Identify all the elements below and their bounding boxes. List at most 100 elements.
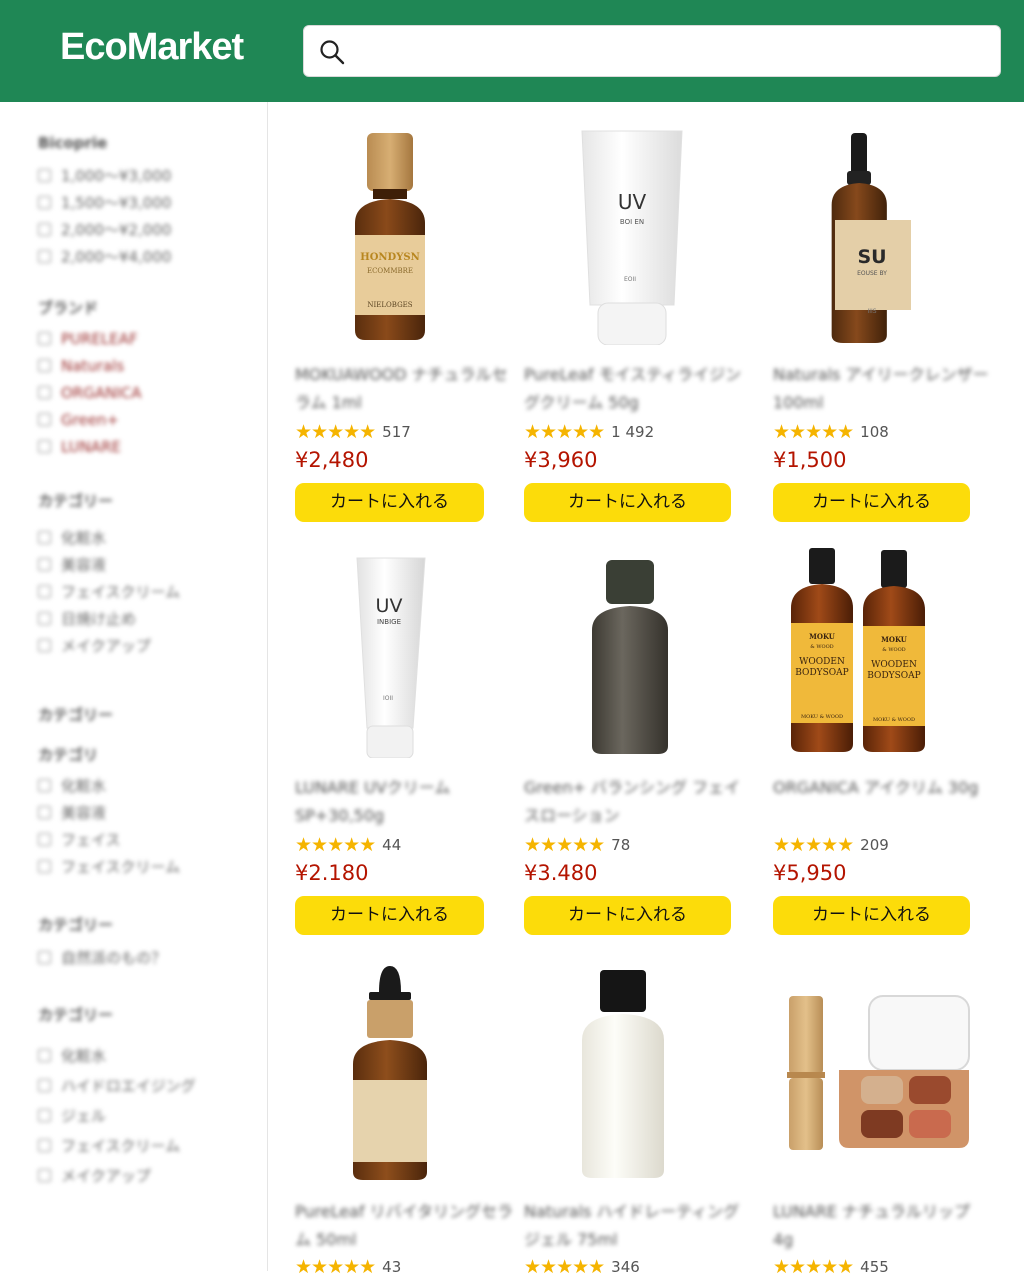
filter-group-category: カテゴリー 化粧水 美容液 フェイスクリーム 日焼け止め メイクアップ — [38, 490, 180, 659]
product-name[interactable]: Naturals ハイドレーティングジェル 75ml — [524, 1198, 744, 1254]
checkbox[interactable] — [38, 1048, 51, 1062]
filter-option[interactable]: 化粧水 — [38, 524, 180, 551]
filter-group-title: カテゴリー — [38, 916, 114, 934]
dropper-bottle-icon[interactable] — [295, 962, 505, 1182]
checkbox[interactable] — [38, 169, 51, 182]
checkbox[interactable] — [38, 639, 51, 652]
checkbox[interactable] — [38, 1138, 51, 1152]
filter-option[interactable]: フェイス — [38, 826, 180, 853]
product-image-label: NIELOBGES — [367, 301, 412, 309]
filter-option[interactable]: フェイスクリーム — [38, 578, 180, 605]
checkbox[interactable] — [38, 1108, 51, 1122]
filter-option-label: LUNARE — [61, 437, 121, 456]
checkbox[interactable] — [38, 806, 51, 819]
product-image-label: & WOOD — [810, 644, 833, 650]
checkbox[interactable] — [38, 359, 51, 372]
checkbox[interactable] — [38, 223, 51, 236]
product-rating: ★★★★★ 108 — [773, 421, 889, 443]
checkbox[interactable] — [38, 951, 51, 964]
filter-option[interactable]: 自然派のもの？ — [38, 944, 166, 971]
add-to-cart-button[interactable]: カートに入れる — [524, 896, 731, 935]
filter-option[interactable]: ハイドロエイジング — [38, 1070, 196, 1100]
checkbox[interactable] — [38, 1078, 51, 1092]
product-image-label: MOKU & WOOD — [873, 717, 915, 723]
filter-option[interactable]: ジェル — [38, 1100, 196, 1130]
add-to-cart-button[interactable]: カートに入れる — [773, 483, 970, 522]
checkbox[interactable] — [38, 860, 51, 873]
checkbox[interactable] — [38, 413, 51, 426]
product-name[interactable]: MOKUAWOOD ナチュラルセラム 1ml — [295, 361, 515, 417]
filter-option[interactable]: フェイスクリーム — [38, 1130, 196, 1160]
search-input[interactable] — [356, 34, 986, 70]
filter-option[interactable]: 2,000〜¥4,000 — [38, 243, 171, 270]
filter-option[interactable]: Naturals — [38, 352, 142, 379]
checkbox[interactable] — [38, 386, 51, 399]
white-tube-icon[interactable]: UV BOI EN EOII — [524, 125, 734, 345]
filter-option-label: PURELEAF — [61, 329, 138, 348]
product-name[interactable]: PureLeaf モイスティライジングクリーム 50g — [524, 361, 744, 417]
pump-bottle-icon[interactable]: SU EOUSE BY IIIS — [773, 125, 983, 345]
product-rating: ★★★★★ 346 — [524, 1256, 640, 1278]
add-to-cart-button[interactable]: カートに入れる — [524, 483, 731, 522]
product-price: ¥5,950 — [773, 861, 847, 885]
checkbox[interactable] — [38, 531, 51, 544]
bodysoap-bottles-icon[interactable]: MOKU & WOOD WOODEN BODYSOAP MOKU & WOOD … — [773, 538, 983, 758]
site-logo[interactable]: EcoMarket — [60, 26, 244, 69]
search-bar[interactable] — [303, 25, 1001, 77]
filter-option[interactable]: 1,000〜¥3,000 — [38, 162, 171, 189]
filter-option[interactable]: Green+ — [38, 406, 142, 433]
product-image-label: BODYSOAP — [867, 671, 920, 681]
filter-option[interactable]: 日焼け止め — [38, 605, 180, 632]
product-price: ¥2.180 — [295, 861, 369, 885]
add-to-cart-button[interactable]: カートに入れる — [295, 483, 484, 522]
product-name[interactable]: Naturals アイリークレンザー 100ml — [773, 361, 993, 417]
product-name[interactable]: PureLeaf リバイタリングセラム 50ml — [295, 1198, 515, 1254]
filter-option[interactable]: LUNARE — [38, 433, 142, 460]
product-name[interactable]: LUNARE ナチュラルリップ 4g — [773, 1198, 993, 1254]
filter-option-label: 日焼け止め — [61, 610, 137, 628]
star-rating-icon: ★★★★★ — [773, 834, 854, 856]
filter-option[interactable]: メイクアップ — [38, 632, 180, 659]
checkbox[interactable] — [38, 332, 51, 345]
checkbox[interactable] — [38, 612, 51, 625]
filter-option[interactable]: メイクアップ — [38, 1160, 196, 1190]
add-to-cart-button[interactable]: カートに入れる — [295, 896, 484, 935]
filter-option[interactable]: PURELEAF — [38, 325, 142, 352]
uv-tube-icon[interactable]: UV INBIGE IOII — [295, 538, 505, 758]
search-icon[interactable] — [318, 38, 346, 66]
add-to-cart-button[interactable]: カートに入れる — [773, 896, 970, 935]
star-rating-icon: ★★★★★ — [295, 834, 376, 856]
product-price: ¥3,960 — [524, 448, 598, 472]
product-rating: ★★★★★ 517 — [295, 421, 411, 443]
amber-bottle-icon[interactable]: HONDYSN ECOMMBRE NIELOBGES — [295, 125, 505, 345]
checkbox[interactable] — [38, 833, 51, 846]
filter-option-label: フェイスクリーム — [61, 858, 181, 876]
filter-option[interactable]: フェイスクリーム — [38, 853, 180, 880]
filter-option[interactable]: 化粧水 — [38, 772, 180, 799]
lipstick-palette-icon[interactable] — [773, 962, 983, 1182]
filter-option[interactable]: 美容液 — [38, 551, 180, 578]
product-name[interactable]: ORGANICA アイクリム 30g — [773, 774, 993, 802]
checkbox[interactable] — [38, 250, 51, 263]
product-image-label: SU — [857, 246, 886, 268]
filter-option-label: 1,000〜¥3,000 — [61, 167, 172, 185]
filter-option[interactable]: ORGANICA — [38, 379, 142, 406]
product-name[interactable]: Green+ バランシング フェイスローション — [524, 774, 744, 830]
olive-bottle-icon[interactable] — [524, 538, 734, 758]
filter-option[interactable]: 化粧水 — [38, 1040, 196, 1070]
star-rating-icon: ★★★★★ — [773, 1256, 854, 1278]
filter-option[interactable]: 1,500〜¥3,000 — [38, 189, 171, 216]
filter-option[interactable]: 美容液 — [38, 799, 180, 826]
product-rating: ★★★★★ 455 — [773, 1256, 889, 1278]
checkbox[interactable] — [38, 779, 51, 792]
checkbox[interactable] — [38, 1168, 51, 1182]
product-image-label: BODYSOAP — [795, 668, 848, 678]
product-image-label: WOODEN — [871, 660, 917, 670]
product-name[interactable]: LUNARE UVクリーム SP+30,50g — [295, 774, 515, 830]
checkbox[interactable] — [38, 196, 51, 209]
filter-option[interactable]: 2,000〜¥2,000 — [38, 216, 171, 243]
checkbox[interactable] — [38, 558, 51, 571]
white-bottle-icon[interactable] — [524, 962, 734, 1182]
checkbox[interactable] — [38, 585, 51, 598]
checkbox[interactable] — [38, 440, 51, 453]
